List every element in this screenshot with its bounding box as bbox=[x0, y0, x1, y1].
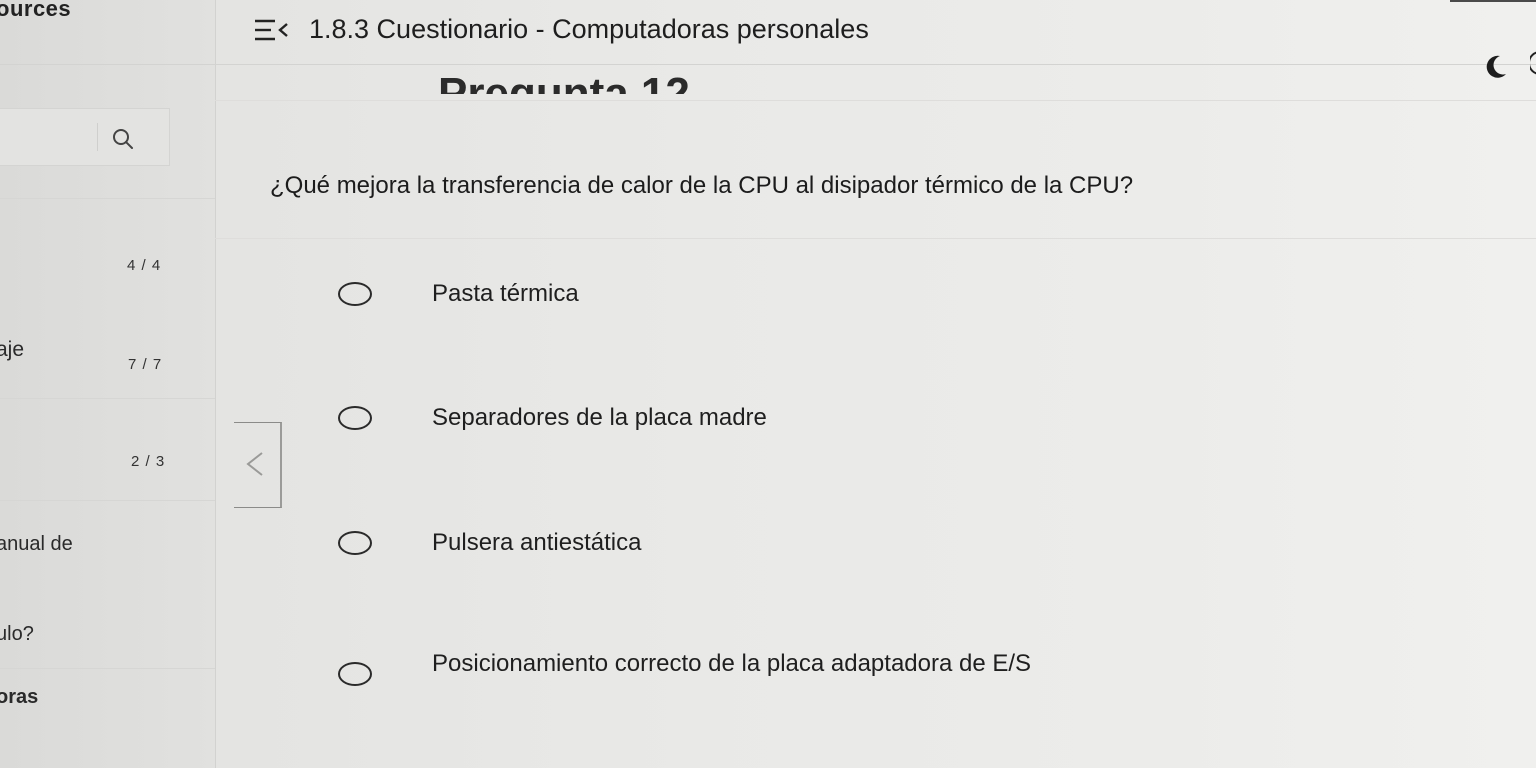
sidebar-item-count-2: 7 / 7 bbox=[128, 356, 163, 373]
radio-button[interactable] bbox=[338, 662, 372, 686]
sidebar-divider bbox=[0, 398, 215, 399]
moon-icon[interactable] bbox=[1478, 52, 1510, 80]
quiz-screen: ources 4 / 4 aje 7 / 7 2 / 3 anual de ul… bbox=[0, 0, 1536, 768]
answer-option-2[interactable]: Separadores de la placa madre bbox=[338, 404, 767, 432]
collapse-menu-icon[interactable] bbox=[253, 16, 289, 44]
sidebar-item-count-3: 2 / 3 bbox=[131, 453, 166, 470]
answer-option-1[interactable]: Pasta térmica bbox=[338, 280, 579, 308]
answer-option-label[interactable]: Separadores de la placa madre bbox=[432, 404, 767, 432]
sidebar-item-label-5[interactable]: ulo? bbox=[0, 623, 34, 646]
search-box[interactable] bbox=[0, 108, 170, 166]
search-divider bbox=[97, 123, 98, 151]
answer-option-4[interactable]: Posicionamiento correcto de la placa ada… bbox=[338, 642, 1031, 686]
answer-option-label[interactable]: Pulsera antiestática bbox=[432, 529, 641, 557]
sidebar-item-label-6[interactable]: oras bbox=[0, 686, 38, 709]
previous-question-button[interactable] bbox=[234, 422, 282, 508]
answer-option-label[interactable]: Pasta térmica bbox=[432, 280, 579, 308]
header-divider bbox=[0, 64, 1536, 65]
sidebar-divider bbox=[0, 198, 215, 199]
sidebar-item-label-4[interactable]: anual de bbox=[0, 533, 73, 556]
radio-button[interactable] bbox=[338, 531, 372, 555]
header-accent-line bbox=[1450, 0, 1536, 2]
question-heading: Pregunta 12 bbox=[438, 69, 690, 94]
question-text: ¿Qué mejora la transferencia de calor de… bbox=[270, 172, 1134, 199]
course-title: 1.8.3 Cuestionario - Computadoras person… bbox=[309, 14, 869, 44]
sidebar-divider bbox=[0, 668, 215, 669]
radio-button[interactable] bbox=[338, 282, 372, 306]
course-header: 1.8.3 Cuestionario - Computadoras person… bbox=[253, 14, 869, 45]
sidebar-title: ources bbox=[0, 0, 72, 21]
sidebar-divider bbox=[0, 500, 215, 501]
content-divider bbox=[215, 238, 1536, 239]
content-divider bbox=[215, 100, 1536, 101]
sidebar: ources 4 / 4 aje 7 / 7 2 / 3 anual de ul… bbox=[0, 0, 216, 768]
theme-toggle-icon[interactable] bbox=[1530, 50, 1536, 76]
sidebar-item-count-1: 4 / 4 bbox=[127, 257, 162, 274]
answer-option-label[interactable]: Posicionamiento correcto de la placa ada… bbox=[432, 650, 1031, 678]
radio-button[interactable] bbox=[338, 406, 372, 430]
answer-option-3[interactable]: Pulsera antiestática bbox=[338, 529, 641, 557]
chevron-left-icon bbox=[246, 452, 263, 476]
search-icon[interactable] bbox=[110, 126, 136, 152]
sidebar-item-label-2[interactable]: aje bbox=[0, 338, 24, 362]
